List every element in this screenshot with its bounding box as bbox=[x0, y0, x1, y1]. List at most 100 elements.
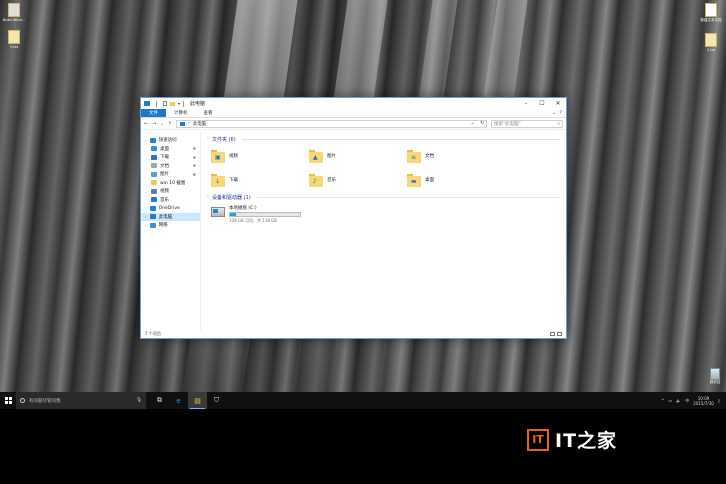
search-icon: ⌕ bbox=[557, 121, 560, 127]
volume-icon[interactable]: 🔈 bbox=[676, 398, 681, 403]
sidebar-item-label: 图片 bbox=[160, 172, 169, 178]
desktop-file-icon[interactable]: 新建文本文档 bbox=[699, 3, 723, 23]
clock[interactable]: 10:09 2015/7/30 bbox=[693, 396, 714, 406]
sidebar-item[interactable]: 下载 ✱ bbox=[141, 153, 200, 162]
forward-button[interactable]: → bbox=[152, 121, 156, 127]
up-button[interactable]: ↑ bbox=[168, 121, 172, 127]
folder-label: 视频 bbox=[229, 154, 238, 159]
expand-ribbon-icon[interactable]: ⌄ bbox=[552, 110, 556, 116]
expand-chevron-icon[interactable]: › bbox=[145, 138, 147, 143]
task-view-icon[interactable]: ⧉ bbox=[150, 392, 169, 409]
sidebar-item[interactable]: › 此电脑 bbox=[141, 212, 200, 221]
address-dropdown-icon[interactable]: ⌄ bbox=[470, 121, 474, 126]
file-explorer-icon[interactable]: ▤ bbox=[188, 392, 207, 409]
pin-icon: ✱ bbox=[192, 171, 196, 177]
windows-logo-icon bbox=[4, 397, 12, 404]
tab-computer[interactable]: 计算机 bbox=[166, 109, 196, 117]
folder-item[interactable]: ≡ 文档 bbox=[407, 147, 505, 165]
address-bar[interactable]: › 此电脑 ⌄ ↻ bbox=[175, 119, 487, 128]
content-pane: ˅ 文件夹 (6) ▣ 视频 ▲ 图片 ≡ 文档 ↓ 下载 ♪ 音乐 ▬ 桌面 ˅ 设备和驱动器 (1… bbox=[201, 131, 566, 330]
chevron-down-icon: ˅ bbox=[207, 136, 209, 142]
status-bar: 7 个项目 bbox=[141, 330, 566, 338]
microphone-icon[interactable]: 🎙 bbox=[136, 398, 142, 403]
folder-item[interactable]: ▬ 桌面 bbox=[407, 171, 505, 189]
breadcrumb[interactable]: 此电脑 bbox=[193, 121, 207, 127]
sidebar-item-label: 视频 bbox=[160, 189, 169, 195]
recent-locations-icon[interactable]: ⌄ bbox=[160, 121, 163, 126]
sidebar-item-label: 网络 bbox=[158, 223, 168, 229]
search-input[interactable]: 搜索"此电脑" ⌕ bbox=[491, 119, 563, 128]
sidebar-item-label: 此电脑 bbox=[158, 214, 173, 220]
sidebar-item[interactable]: › OneDrive bbox=[141, 204, 200, 213]
file-explorer-window: ▾ 此电脑 – ☐ ✕ 文件 计算机 查看 ⌄ ? ← → ⌄ ↑ › 此电脑 … bbox=[140, 97, 567, 339]
details-view-icon[interactable] bbox=[550, 332, 555, 336]
recycle-bin-icon[interactable]: 回收站 bbox=[706, 368, 724, 385]
start-button[interactable] bbox=[0, 392, 16, 409]
download-icon bbox=[151, 154, 157, 160]
desktop-shortcut-icon[interactable]: Build.Wind... bbox=[2, 3, 26, 22]
computer-icon bbox=[149, 214, 156, 220]
pin-icon: ✱ bbox=[192, 163, 196, 169]
cloud-icon bbox=[149, 205, 156, 211]
drive-item[interactable]: 本地磁盘 (C:) 108 GB 可用，共 118 GB bbox=[207, 201, 560, 224]
letterbox-bar bbox=[0, 409, 726, 484]
taskbar-search-box[interactable]: 有问题尽管问我 🎙 bbox=[16, 392, 146, 409]
sidebar-item[interactable]: 桌面 ✱ bbox=[141, 145, 200, 154]
watermark-text: IT之家 bbox=[555, 430, 618, 452]
system-tray: ^ ▭ 🔈 中 10:09 2015/7/30 ▯ bbox=[661, 396, 726, 406]
store-icon[interactable]: ⛉ bbox=[207, 392, 226, 409]
folder-label: 文档 bbox=[425, 154, 434, 159]
desktop-icon bbox=[151, 146, 157, 152]
sidebar-item[interactable]: 视频 bbox=[141, 187, 200, 196]
expand-chevron-icon[interactable]: › bbox=[145, 223, 147, 228]
sidebar-item[interactable]: › 网络 bbox=[141, 221, 200, 230]
sidebar-item[interactable]: 图片 ✱ bbox=[141, 170, 200, 179]
hard-drive-icon bbox=[211, 207, 225, 217]
tab-view[interactable]: 查看 bbox=[196, 109, 221, 117]
chevron-down-icon[interactable]: ▾ bbox=[178, 101, 180, 106]
help-icon[interactable]: ? bbox=[559, 110, 562, 116]
new-folder-icon[interactable] bbox=[170, 101, 175, 106]
refresh-icon[interactable]: ↻ bbox=[480, 121, 484, 126]
properties-icon[interactable] bbox=[163, 101, 167, 106]
sidebar-item[interactable]: 文档 ✱ bbox=[141, 162, 200, 171]
sidebar-item[interactable]: › 快速访问 bbox=[141, 136, 200, 145]
chevron-up-icon[interactable]: ^ bbox=[661, 398, 664, 403]
pin-icon: ✱ bbox=[192, 146, 196, 152]
expand-chevron-icon[interactable]: › bbox=[145, 206, 147, 211]
action-center-icon[interactable]: ▯ bbox=[718, 398, 720, 403]
minimize-button[interactable]: – bbox=[518, 100, 534, 107]
window-title: 此电脑 bbox=[190, 101, 206, 107]
close-button[interactable]: ✕ bbox=[550, 100, 566, 107]
edge-icon[interactable]: e bbox=[169, 392, 188, 409]
downloads-folder-icon: ↓ bbox=[211, 173, 225, 187]
title-bar[interactable]: ▾ 此电脑 – ☐ ✕ bbox=[141, 98, 566, 109]
expand-chevron-icon[interactable]: › bbox=[145, 214, 147, 219]
folder-item[interactable]: ↓ 下载 bbox=[211, 171, 309, 189]
star-icon bbox=[149, 137, 156, 143]
sidebar-item-label: 桌面 bbox=[160, 146, 169, 152]
breadcrumb-separator-icon: › bbox=[187, 121, 190, 126]
desktop-file-icon[interactable]: 1.txt bbox=[699, 33, 723, 52]
sidebar-item[interactable]: win 10 截图 bbox=[141, 179, 200, 188]
group-header-folders[interactable]: ˅ 文件夹 (6) bbox=[207, 135, 560, 143]
computer-icon bbox=[179, 121, 185, 126]
pictures-folder-icon: ▲ bbox=[309, 149, 323, 163]
large-icons-view-icon[interactable] bbox=[557, 332, 562, 336]
maximize-button[interactable]: ☐ bbox=[534, 100, 550, 107]
folder-item[interactable]: ♪ 音乐 bbox=[309, 171, 407, 189]
tab-file[interactable]: 文件 bbox=[141, 109, 166, 117]
language-icon[interactable]: 中 bbox=[685, 398, 689, 404]
ribbon-tabs: 文件 计算机 查看 ⌄ ? bbox=[141, 109, 566, 118]
group-header-drives[interactable]: ˅ 设备和驱动器 (1) bbox=[207, 193, 560, 201]
documents-folder-icon: ≡ bbox=[407, 149, 421, 163]
drive-name: 本地磁盘 (C:) bbox=[229, 206, 257, 211]
folder-item[interactable]: ▲ 图片 bbox=[309, 147, 407, 165]
taskbar: 有问题尽管问我 🎙 ⧉ e ▤ ⛉ ^ ▭ 🔈 中 10:09 2015/7/30 ▯ bbox=[0, 392, 726, 409]
sidebar-item[interactable]: 音乐 bbox=[141, 196, 200, 205]
computer-icon bbox=[144, 101, 150, 106]
desktop-file-icon[interactable]: 1.txt bbox=[2, 30, 26, 49]
back-button[interactable]: ← bbox=[144, 121, 148, 127]
network-icon[interactable]: ▭ bbox=[669, 398, 673, 403]
folder-item[interactable]: ▣ 视频 bbox=[211, 147, 309, 165]
